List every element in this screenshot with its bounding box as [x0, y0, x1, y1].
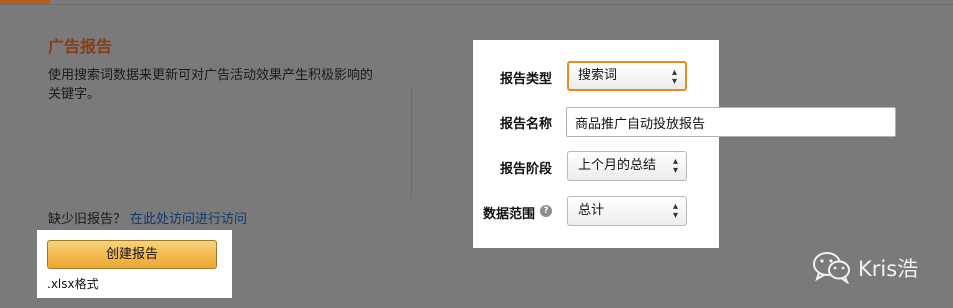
vertical-divider — [411, 88, 412, 198]
access-old-reports-link[interactable]: 在此处访问进行访问 — [130, 212, 247, 227]
updown-chevron-icon: ▴ ▾ — [672, 201, 678, 221]
report-name-label: 报告名称 — [500, 117, 553, 132]
missing-report-line: 缺少旧报告？ 在此处访问进行访问 — [48, 208, 247, 227]
data-scope-value: 总计 — [578, 203, 605, 218]
create-report-area: 创建报告 .xlsx格式 — [37, 230, 232, 298]
missing-report-text: 缺少旧报告？ — [48, 212, 127, 227]
watermark-text: Kris浩 — [858, 257, 919, 281]
format-note: .xlsx格式 — [47, 277, 99, 291]
report-period-label: 报告阶段 — [500, 162, 553, 177]
section-description: 使用搜索词数据来更新可对广告活动效果产生积极影响的关键字。 — [48, 68, 374, 102]
report-type-value: 搜索词 — [578, 68, 618, 83]
data-scope-select[interactable]: 总计 ▴ ▾ — [567, 196, 687, 226]
help-icon[interactable]: ? — [540, 205, 552, 217]
report-period-select[interactable]: 上个月的总结 ▴ ▾ — [567, 151, 687, 181]
top-divider — [0, 4, 953, 5]
report-type-select[interactable]: 搜索词 ▴ ▾ — [567, 61, 687, 91]
report-type-label: 报告类型 — [500, 72, 553, 87]
create-report-button[interactable]: 创建报告 — [47, 240, 217, 269]
updown-chevron-icon: ▴ ▾ — [671, 67, 677, 87]
wechat-icon — [813, 252, 850, 284]
page-title: 广告报告 — [48, 37, 113, 56]
updown-chevron-icon: ▴ ▾ — [672, 156, 678, 176]
data-scope-label: 数据范围 — [483, 207, 536, 222]
report-name-input[interactable] — [566, 107, 896, 137]
report-period-value: 上个月的总结 — [578, 158, 657, 173]
